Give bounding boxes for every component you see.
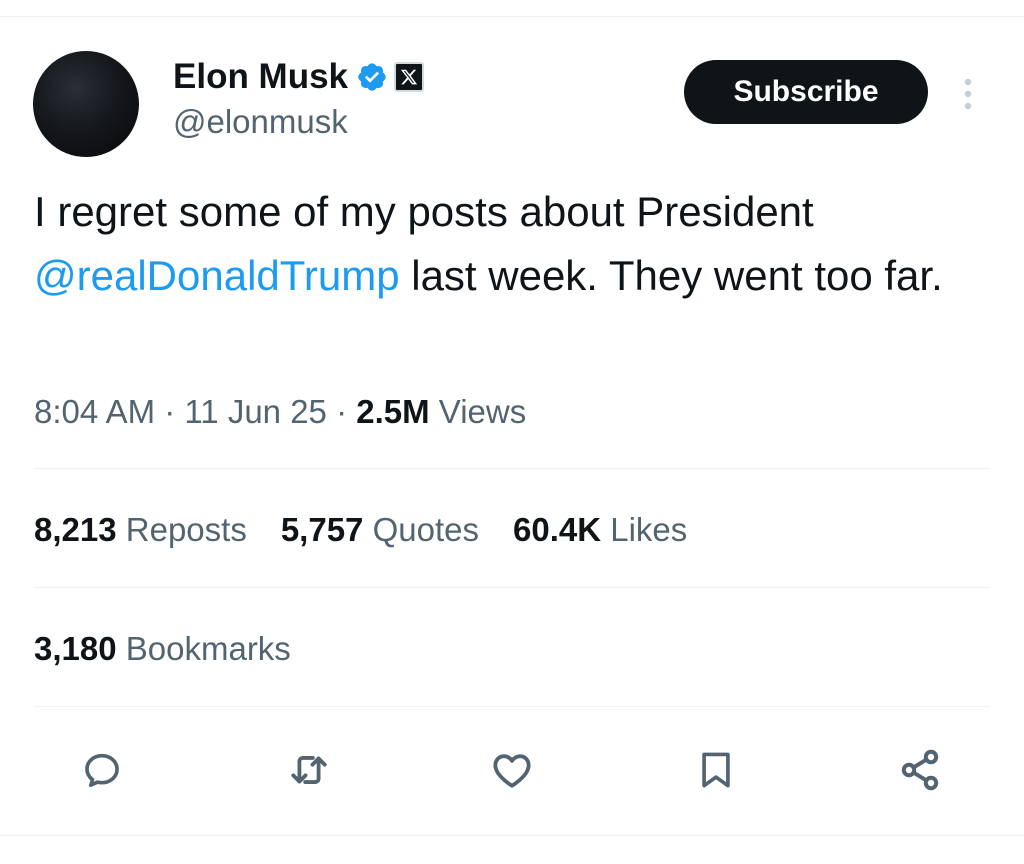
reposts-label: Reposts bbox=[116, 511, 247, 548]
share-icon[interactable] bbox=[894, 742, 946, 798]
x-logo-icon[interactable] bbox=[394, 62, 425, 92]
avatar[interactable] bbox=[33, 51, 139, 157]
divider bbox=[34, 706, 990, 707]
views-count: 2.5M bbox=[356, 393, 430, 430]
tweet-text: I regret some of my posts about Presiden… bbox=[34, 180, 984, 308]
mention-link[interactable]: @realDonaldTrump bbox=[34, 252, 400, 299]
quotes-stat[interactable]: 5,757 Quotes bbox=[281, 508, 479, 552]
views-label: Views bbox=[429, 393, 527, 430]
bookmarks-label: Bookmarks bbox=[116, 630, 291, 667]
bottom-divider bbox=[0, 835, 1024, 836]
likes-stat[interactable]: 60.4K Likes bbox=[513, 508, 687, 552]
quotes-label: Quotes bbox=[363, 511, 479, 548]
action-bar bbox=[0, 742, 1024, 802]
likes-label: Likes bbox=[601, 511, 688, 548]
bookmarks-stat[interactable]: 3,180 Bookmarks bbox=[34, 627, 291, 671]
verified-badge-icon[interactable] bbox=[356, 61, 388, 93]
reposts-stat[interactable]: 8,213 Reposts bbox=[34, 508, 247, 552]
author-name-row: Elon Musk bbox=[173, 56, 425, 98]
repost-icon[interactable] bbox=[283, 742, 335, 798]
reply-icon[interactable] bbox=[76, 742, 128, 798]
divider bbox=[34, 468, 990, 469]
like-icon[interactable] bbox=[486, 742, 538, 798]
meta-separator: · bbox=[326, 393, 357, 430]
tweet-time[interactable]: 8:04 AM bbox=[34, 393, 155, 430]
tweet-date[interactable]: 11 Jun 25 bbox=[184, 393, 327, 430]
meta-separator: · bbox=[155, 393, 185, 430]
bookmarks-count: 3,180 bbox=[34, 630, 117, 667]
quotes-count: 5,757 bbox=[280, 511, 364, 548]
engagement-stats: 8,213 Reposts 5,757 Quotes 60.4K Likes bbox=[34, 508, 721, 552]
tweet-text-before: I regret some of my posts about Presiden… bbox=[34, 188, 814, 235]
subscribe-button[interactable]: Subscribe bbox=[684, 60, 928, 124]
author-handle[interactable]: @elonmusk bbox=[173, 102, 348, 142]
divider bbox=[34, 587, 990, 588]
tweet-text-after: last week. They went too far. bbox=[399, 252, 943, 299]
tweet-meta: 8:04 AM · 11 Jun 25 · 2.5M Views bbox=[34, 390, 526, 434]
reposts-count: 8,213 bbox=[34, 511, 117, 548]
top-divider bbox=[0, 16, 1024, 17]
bookmark-icon[interactable] bbox=[690, 742, 742, 798]
more-vertical-icon[interactable] bbox=[956, 74, 980, 114]
author-display-name[interactable]: Elon Musk bbox=[173, 56, 348, 98]
likes-count: 60.4K bbox=[513, 511, 602, 548]
